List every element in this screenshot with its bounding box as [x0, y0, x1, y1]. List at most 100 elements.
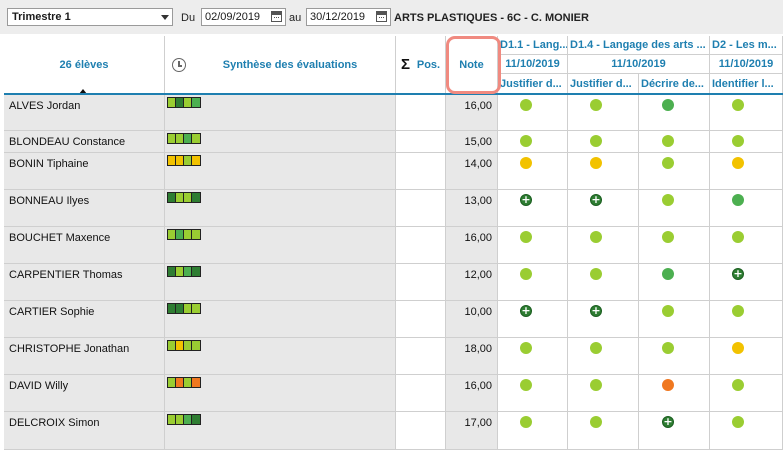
- mastery-dot-icon[interactable]: [662, 99, 674, 111]
- note-cell[interactable]: 16,00: [446, 375, 498, 412]
- skill-cell[interactable]: [498, 131, 568, 153]
- note-cell[interactable]: 14,00: [446, 153, 498, 190]
- skill-cell[interactable]: [710, 131, 783, 153]
- student-name[interactable]: CARPENTIER Thomas: [4, 264, 165, 301]
- mastery-dot-icon[interactable]: [520, 135, 532, 147]
- mastery-dot-icon[interactable]: [590, 379, 602, 391]
- mastery-dot-icon[interactable]: [590, 342, 602, 354]
- date-to-field[interactable]: 30/12/2019: [306, 8, 391, 26]
- date-from-field[interactable]: 02/09/2019: [201, 8, 286, 26]
- skill-cell[interactable]: [710, 95, 783, 131]
- skill-cell[interactable]: [498, 227, 568, 264]
- calendar-icon[interactable]: [376, 11, 387, 22]
- mastery-dot-icon[interactable]: [590, 99, 602, 111]
- skill-sub-1[interactable]: Justifier d...: [498, 74, 568, 94]
- mastery-plus-icon[interactable]: [590, 193, 602, 206]
- skill-cell[interactable]: [568, 95, 639, 131]
- skill-cell[interactable]: [639, 95, 710, 131]
- student-name[interactable]: CHRISTOPHE Jonathan: [4, 338, 165, 375]
- header-students[interactable]: 26 élèves: [4, 36, 165, 94]
- mastery-dot-icon[interactable]: [590, 268, 602, 280]
- skill-cell[interactable]: [568, 131, 639, 153]
- skill-cell[interactable]: [710, 375, 783, 412]
- mastery-dot-icon[interactable]: [732, 135, 744, 147]
- skill-cell[interactable]: [498, 301, 568, 338]
- student-name[interactable]: BOUCHET Maxence: [4, 227, 165, 264]
- skill-cell[interactable]: [498, 375, 568, 412]
- student-name[interactable]: DELCROIX Simon: [4, 412, 165, 450]
- note-cell[interactable]: 15,00: [446, 131, 498, 153]
- mastery-dot-icon[interactable]: [662, 194, 674, 206]
- mastery-dot-icon[interactable]: [590, 157, 602, 169]
- mastery-dot-icon[interactable]: [732, 99, 744, 111]
- skill-cell[interactable]: [710, 301, 783, 338]
- skill-cell[interactable]: [710, 264, 783, 301]
- skill-cell[interactable]: [568, 301, 639, 338]
- skill-cell[interactable]: [639, 412, 710, 450]
- skill-cell[interactable]: [498, 153, 568, 190]
- skill-title-2[interactable]: D1.4 - Langage des arts ...: [568, 36, 710, 55]
- skill-cell[interactable]: [498, 95, 568, 131]
- skill-cell[interactable]: [568, 190, 639, 227]
- mastery-dot-icon[interactable]: [520, 99, 532, 111]
- mastery-dot-icon[interactable]: [662, 342, 674, 354]
- skill-cell[interactable]: [710, 338, 783, 375]
- skill-title-4[interactable]: D2 - Les m...: [710, 36, 783, 55]
- skill-cell[interactable]: [498, 190, 568, 227]
- mastery-dot-icon[interactable]: [520, 416, 532, 428]
- mastery-plus-icon[interactable]: [732, 267, 744, 280]
- mastery-dot-icon[interactable]: [520, 231, 532, 243]
- mastery-dot-icon[interactable]: [590, 416, 602, 428]
- mastery-dot-icon[interactable]: [732, 194, 744, 206]
- note-cell[interactable]: 16,00: [446, 95, 498, 131]
- note-cell[interactable]: 13,00: [446, 190, 498, 227]
- skill-cell[interactable]: [498, 338, 568, 375]
- note-cell[interactable]: 12,00: [446, 264, 498, 301]
- skill-sub-2[interactable]: Justifier d...: [568, 74, 639, 94]
- skill-cell[interactable]: [639, 190, 710, 227]
- mastery-dot-icon[interactable]: [520, 379, 532, 391]
- mastery-dot-icon[interactable]: [590, 231, 602, 243]
- skill-cell[interactable]: [498, 412, 568, 450]
- period-select[interactable]: Trimestre 1: [7, 8, 173, 26]
- skill-cell[interactable]: [710, 153, 783, 190]
- skill-cell[interactable]: [710, 412, 783, 450]
- skill-cell[interactable]: [639, 264, 710, 301]
- note-cell[interactable]: 10,00: [446, 301, 498, 338]
- skill-cell[interactable]: [639, 301, 710, 338]
- skill-title-1[interactable]: D1.1 - Lang...: [498, 36, 568, 55]
- skill-cell[interactable]: [568, 153, 639, 190]
- mastery-dot-icon[interactable]: [590, 135, 602, 147]
- skill-cell[interactable]: [568, 338, 639, 375]
- skill-cell[interactable]: [568, 412, 639, 450]
- student-name[interactable]: BONNEAU Ilyes: [4, 190, 165, 227]
- skill-cell[interactable]: [710, 190, 783, 227]
- note-cell[interactable]: 18,00: [446, 338, 498, 375]
- skill-cell[interactable]: [568, 227, 639, 264]
- mastery-dot-icon[interactable]: [520, 268, 532, 280]
- skill-cell[interactable]: [639, 375, 710, 412]
- note-cell[interactable]: 17,00: [446, 412, 498, 450]
- mastery-dot-icon[interactable]: [662, 231, 674, 243]
- skill-cell[interactable]: [568, 264, 639, 301]
- header-synthesis[interactable]: Synthèse des évaluations: [165, 36, 396, 94]
- skill-cell[interactable]: [568, 375, 639, 412]
- skill-cell[interactable]: [639, 131, 710, 153]
- mastery-plus-icon[interactable]: [520, 304, 532, 317]
- mastery-dot-icon[interactable]: [732, 231, 744, 243]
- mastery-plus-icon[interactable]: [520, 193, 532, 206]
- mastery-dot-icon[interactable]: [662, 268, 674, 280]
- mastery-dot-icon[interactable]: [732, 379, 744, 391]
- mastery-dot-icon[interactable]: [662, 135, 674, 147]
- student-name[interactable]: DAVID Willy: [4, 375, 165, 412]
- student-name[interactable]: BLONDEAU Constance: [4, 131, 165, 153]
- chevron-down-icon[interactable]: [161, 15, 169, 20]
- skill-cell[interactable]: [498, 264, 568, 301]
- skill-cell[interactable]: [639, 338, 710, 375]
- note-cell[interactable]: 16,00: [446, 227, 498, 264]
- mastery-dot-icon[interactable]: [732, 416, 744, 428]
- calendar-icon[interactable]: [271, 11, 282, 22]
- student-name[interactable]: BONIN Tiphaine: [4, 153, 165, 190]
- mastery-dot-icon[interactable]: [520, 157, 532, 169]
- skill-sub-3[interactable]: Décrire de...: [639, 74, 710, 94]
